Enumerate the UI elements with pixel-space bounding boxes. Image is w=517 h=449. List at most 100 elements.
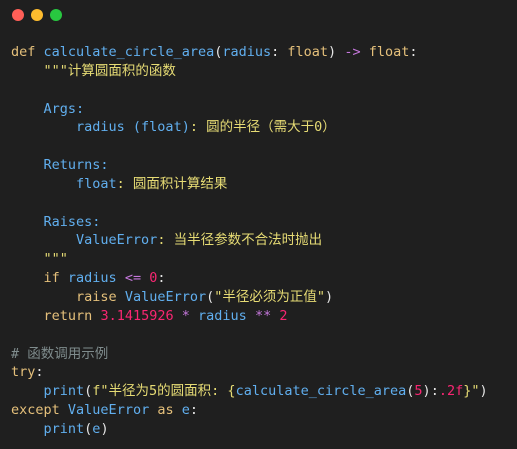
minimize-button[interactable]: [31, 9, 43, 21]
code-token: calculate_circle_area: [235, 383, 407, 400]
code-token: radius: [67, 270, 117, 287]
code-line: return 3.1415926 * radius ** 2: [11, 307, 488, 326]
code-token: *: [181, 307, 190, 324]
code-line: def calculate_circle_area(radius: float)…: [11, 43, 488, 62]
code-token: }": [463, 383, 480, 400]
code-token: Raises:: [43, 213, 101, 230]
code-token: calculate_circle_area: [43, 44, 215, 60]
code-token: e: [181, 402, 190, 419]
code-token: return: [43, 307, 93, 324]
code-token: :: [409, 44, 418, 60]
code-token: : 当半径参数不合法时抛出: [157, 232, 323, 249]
code-token: Returns:: [43, 157, 109, 174]
code-line: float: 圆面积计算结果: [11, 175, 488, 194]
code-token: ): [325, 288, 334, 305]
code-token: try: [11, 364, 36, 381]
code-token: :: [189, 402, 199, 419]
code-line: try:: [11, 363, 488, 382]
code-line: print(e): [11, 420, 488, 439]
code-token: Args:: [43, 100, 85, 117]
code-line: except ValueError as e:: [11, 401, 488, 420]
code-token: .2f: [438, 383, 464, 400]
code-token: if: [43, 270, 60, 287]
window-titlebar: [0, 0, 517, 30]
code-token: ): [100, 420, 109, 437]
code-token: : 圆的半径（需大于0）: [189, 119, 336, 136]
code-line: radius (float): 圆的半径（需大于0）: [11, 118, 488, 137]
code-line: """: [11, 250, 488, 269]
code-token: float: [368, 44, 410, 60]
code-token: radius: [222, 44, 272, 60]
code-line: print(f"半径为5的圆面积: {calculate_circle_area…: [11, 382, 488, 401]
code-line: """计算圆面积的函数: [11, 62, 488, 81]
code-token: :: [430, 383, 439, 400]
code-token: ): [328, 44, 345, 60]
code-token: :: [157, 270, 166, 287]
code-token: <=: [124, 270, 142, 287]
code-token: f"半径为5的圆面积: {: [92, 383, 236, 400]
code-line: Args:: [11, 100, 488, 119]
code-block: def calculate_circle_area ( radius: float)…: [11, 43, 488, 439]
code-token: raise: [76, 288, 117, 305]
code-line: Returns:: [11, 156, 488, 175]
code-token: float: [287, 44, 329, 60]
code-token: : 圆面积计算结果: [116, 175, 228, 192]
code-token: except: [11, 402, 60, 419]
code-token: (: [206, 288, 215, 305]
code-line: raise ValueError("半径必须为正值"): [11, 288, 488, 307]
code-token: float: [76, 175, 117, 192]
code-token: ValueError: [67, 402, 150, 419]
code-token: ValueError: [124, 288, 207, 305]
code-token: def: [11, 44, 36, 60]
code-token: ): [479, 383, 488, 400]
code-token: print: [43, 420, 85, 437]
code-token: **: [254, 307, 272, 324]
code-token: :: [271, 44, 288, 60]
code-token: ValueError: [76, 232, 158, 249]
maximize-button[interactable]: [50, 9, 62, 21]
code-token: ->: [344, 44, 361, 60]
code-token: print: [43, 383, 85, 400]
code-token: 2: [279, 307, 288, 324]
code-line: if radius <= 0:: [11, 269, 488, 288]
code-token: "半径必须为正值": [214, 288, 325, 305]
close-button[interactable]: [12, 9, 24, 21]
code-line: ValueError: 当半径参数不合法时抛出: [11, 231, 488, 250]
code-token: """: [43, 251, 68, 268]
code-line: # 函数调用示例: [11, 345, 488, 364]
code-token: 3.1415926: [100, 307, 174, 324]
code-line: Raises:: [11, 213, 488, 232]
code-token: radius: [198, 307, 247, 324]
code-token: 5: [414, 383, 423, 400]
code-token: radius (float): [76, 119, 190, 136]
code-token: as: [157, 402, 174, 419]
code-window: def calculate_circle_area ( radius: float)…: [0, 0, 517, 449]
code-token: # 函数调用示例: [11, 345, 109, 362]
code-token: """计算圆面积的函数: [43, 62, 176, 79]
